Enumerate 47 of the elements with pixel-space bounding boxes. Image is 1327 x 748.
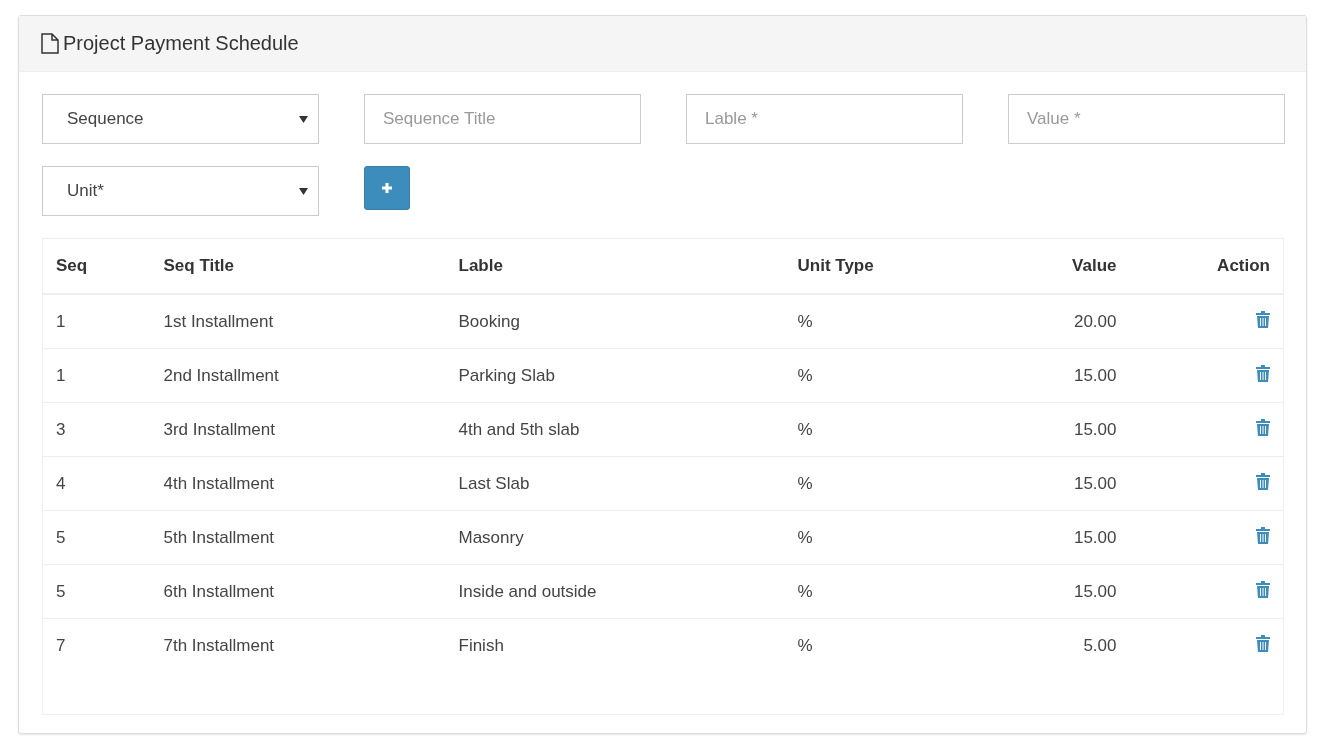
table-cell: % [784, 564, 985, 619]
input-field[interactable]: Sequence Title [364, 94, 641, 144]
table-cell: Booking [445, 294, 785, 349]
table-cell: 1st Installment [150, 294, 446, 349]
table-cell: 15.00 [984, 402, 1130, 457]
table-cell: 5.00 [984, 618, 1130, 672]
input-field[interactable]: Lable * [686, 94, 963, 144]
table-cell: 1 [42, 348, 151, 403]
table-cell: 5 [42, 564, 151, 619]
panel-title: Project Payment Schedule [63, 32, 299, 55]
table-cell: Parking Slab [445, 348, 785, 403]
table-cell: % [784, 348, 985, 403]
table-cell: Last Slab [445, 456, 785, 511]
table-cell: % [784, 294, 985, 349]
input-field[interactable]: Value * [1008, 94, 1285, 144]
table-cell: Masonry [445, 510, 785, 565]
table-cell: 15.00 [984, 510, 1130, 565]
table-cell: 20.00 [984, 294, 1130, 349]
column-header: Seq Title [150, 238, 446, 294]
column-header: Action [1129, 238, 1284, 294]
table-cell: 2nd Installment [150, 348, 446, 403]
table-cell: % [784, 456, 985, 511]
table-cell: 1 [42, 294, 151, 349]
table-cell: 15.00 [984, 564, 1130, 619]
select-field[interactable]: Unit* [42, 166, 319, 216]
table-cell: Inside and outside [445, 564, 785, 619]
select-field[interactable]: Sequence [42, 94, 319, 144]
table-cell: % [784, 510, 985, 565]
table-cell: Finish [445, 618, 785, 672]
table-cell: % [784, 618, 985, 672]
table-cell: 6th Installment [150, 564, 446, 619]
table-cell: 15.00 [984, 348, 1130, 403]
column-header: Unit Type [784, 238, 985, 294]
column-header: Lable [445, 238, 785, 294]
table-cell: 7th Installment [150, 618, 446, 672]
table-cell: 4th and 5th slab [445, 402, 785, 457]
table-cell: 7 [42, 618, 151, 672]
table-cell: 3rd Installment [150, 402, 446, 457]
column-header: Value [984, 238, 1130, 294]
table-cell: 3 [42, 402, 151, 457]
column-header: Seq [42, 238, 151, 294]
table-cell: 5th Installment [150, 510, 446, 565]
table-cell: 15.00 [984, 456, 1130, 511]
table-cell: 4 [42, 456, 151, 511]
table-cell: % [784, 402, 985, 457]
table-cell: 5 [42, 510, 151, 565]
table-cell: 4th Installment [150, 456, 446, 511]
